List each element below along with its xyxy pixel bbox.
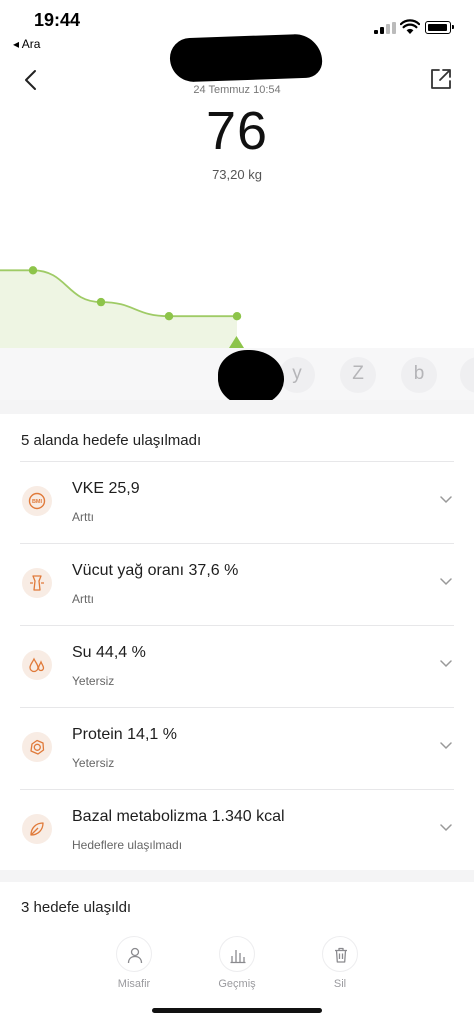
- protein-icon: [22, 732, 52, 762]
- wifi-icon: [400, 19, 420, 34]
- battery-icon: [425, 21, 454, 34]
- bar-chart-icon: [230, 950, 246, 964]
- trend-point-2[interactable]: [96, 297, 106, 307]
- item-status: Arttı: [72, 592, 95, 606]
- trend-area: [0, 270, 237, 348]
- item-status: Hedeflere ulaşılmadı: [72, 838, 183, 852]
- date-chip-4[interactable]: [460, 357, 474, 393]
- section-gap: [0, 870, 474, 882]
- list-item-protein[interactable]: Protein 14,1 % Yetersiz: [20, 707, 454, 789]
- item-status: Yetersiz: [72, 674, 115, 688]
- trend-point-4[interactable]: [232, 312, 242, 321]
- redacted-blob: [218, 350, 284, 406]
- redacted-name: [169, 33, 323, 83]
- trash-icon: [335, 947, 347, 963]
- date-chip-3[interactable]: b: [401, 357, 437, 393]
- item-status: Arttı: [72, 510, 95, 524]
- home-indicator: [152, 1008, 322, 1013]
- list-item-water[interactable]: Su 44,4 % Yetersiz: [20, 625, 454, 707]
- tab-delete[interactable]: Sil: [305, 936, 375, 990]
- back-to-app-link[interactable]: ◂ Ara: [13, 37, 40, 51]
- list-item-bmr[interactable]: Bazal metabolizma 1.340 kcal Hedeflere u…: [20, 789, 454, 871]
- item-status: Yetersiz: [72, 756, 115, 770]
- chevron-down-icon[interactable]: [440, 578, 452, 586]
- item-title: Su 44,4 %: [72, 644, 146, 661]
- tab-label: Misafir: [117, 978, 151, 990]
- chevron-down-icon[interactable]: [440, 742, 452, 750]
- body-fat-icon: [22, 568, 52, 598]
- item-title: VKE 25,9: [72, 480, 140, 497]
- unmet-goals-title: 5 alanda hedefe ulaşılmadı: [21, 432, 202, 449]
- chevron-down-icon[interactable]: [440, 496, 452, 504]
- trend-point-1[interactable]: [28, 266, 38, 275]
- chevron-down-icon[interactable]: [440, 824, 452, 832]
- trend-point-3[interactable]: [164, 312, 174, 321]
- item-title: Vücut yağ oranı 37,6 %: [72, 562, 239, 579]
- weight-trend-chart: [0, 202, 474, 348]
- tab-label: Sil: [333, 978, 347, 990]
- unmet-goals-section: 5 alanda hedefe ulaşılmadı BMI VKE 25,9 …: [0, 414, 474, 870]
- section-gap: [0, 400, 474, 414]
- trend-chart-svg: [0, 266, 244, 348]
- tab-label: Geçmiş: [218, 978, 256, 990]
- main-score: 76: [205, 101, 269, 161]
- item-title: Protein 14,1 %: [72, 726, 177, 743]
- measurement-date: 24 Temmuz 10:54: [193, 84, 281, 96]
- list-item-bmi[interactable]: BMI VKE 25,9 Arttı: [20, 461, 454, 543]
- water-drops-icon: [22, 650, 52, 680]
- measurement-header: 24 Temmuz 10:54 76 73,20 kg: [0, 33, 474, 202]
- item-title: Bazal metabolizma 1.340 kcal: [72, 808, 285, 825]
- met-goals-title: 3 hedefe ulaşıldı: [21, 899, 132, 916]
- tab-guest[interactable]: Misafir: [99, 936, 169, 990]
- status-time: 19:44: [34, 10, 81, 30]
- leaf-icon: [22, 814, 52, 844]
- weight-value: 73,20 kg: [212, 167, 262, 182]
- svg-text:BMI: BMI: [32, 499, 43, 505]
- date-chip-1[interactable]: y: [279, 357, 315, 393]
- date-chip-2[interactable]: Z: [340, 357, 376, 393]
- bmi-icon: BMI: [22, 486, 52, 516]
- tab-history[interactable]: Geçmiş: [202, 936, 272, 990]
- list-item-body-fat[interactable]: Vücut yağ oranı 37,6 % Arttı: [20, 543, 454, 625]
- person-icon: [127, 947, 143, 964]
- cellular-signal-icon: [374, 22, 396, 34]
- chevron-down-icon[interactable]: [440, 660, 452, 668]
